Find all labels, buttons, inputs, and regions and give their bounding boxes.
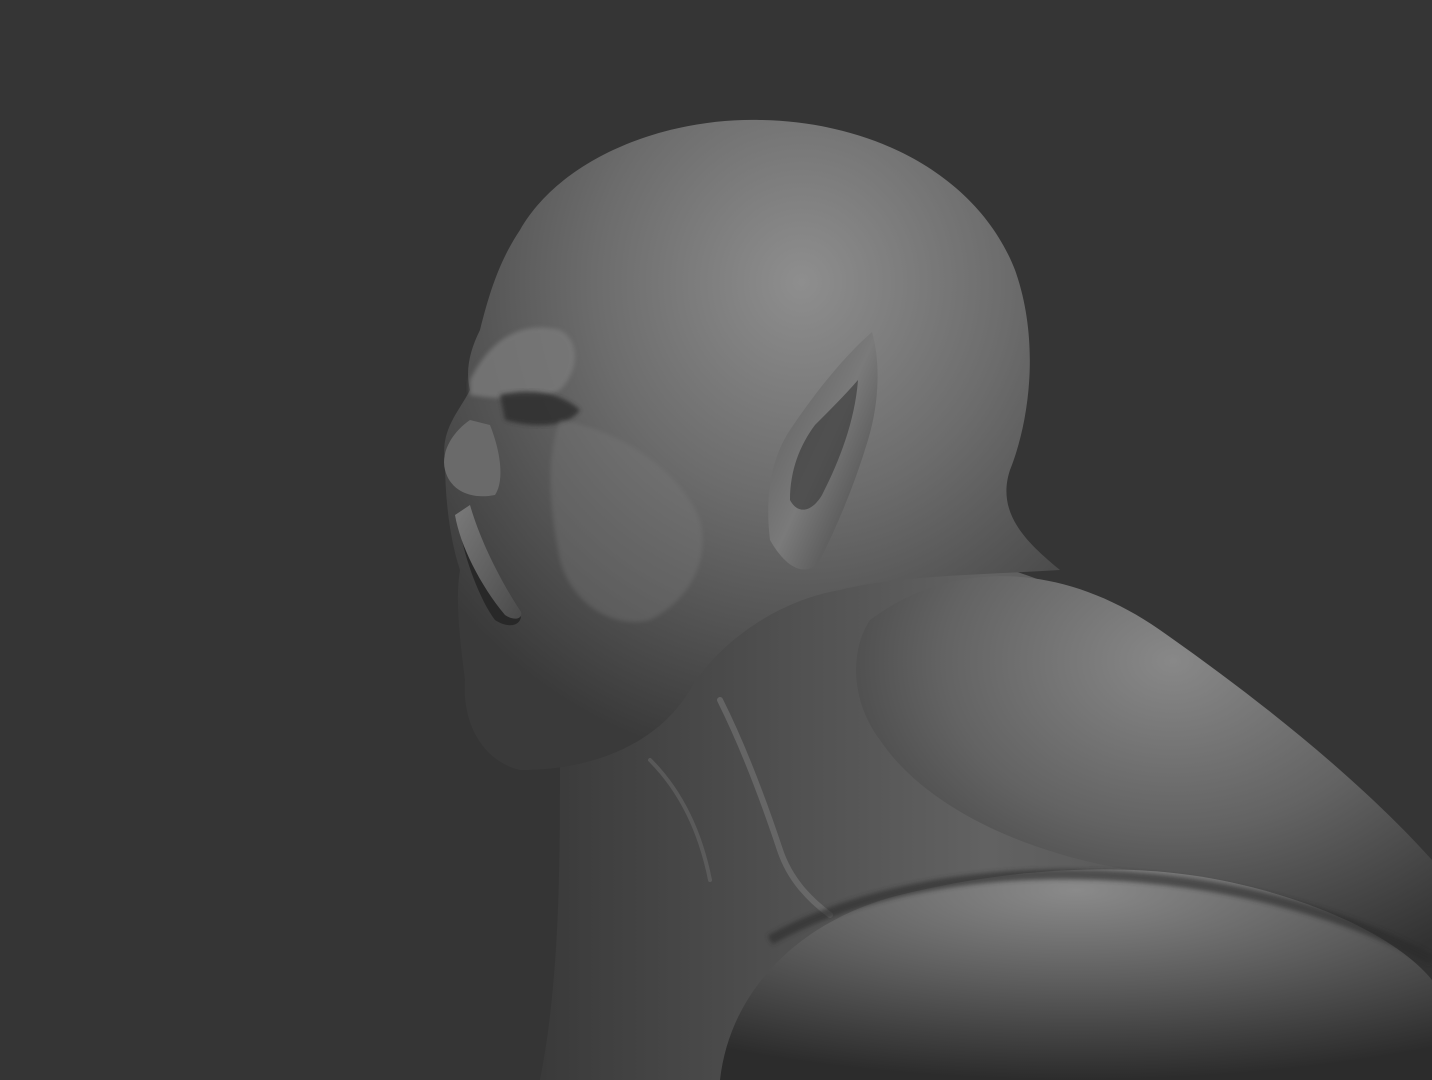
orc-bust-render — [444, 119, 1432, 1080]
sculpt-viewport[interactable] — [0, 0, 1432, 1080]
